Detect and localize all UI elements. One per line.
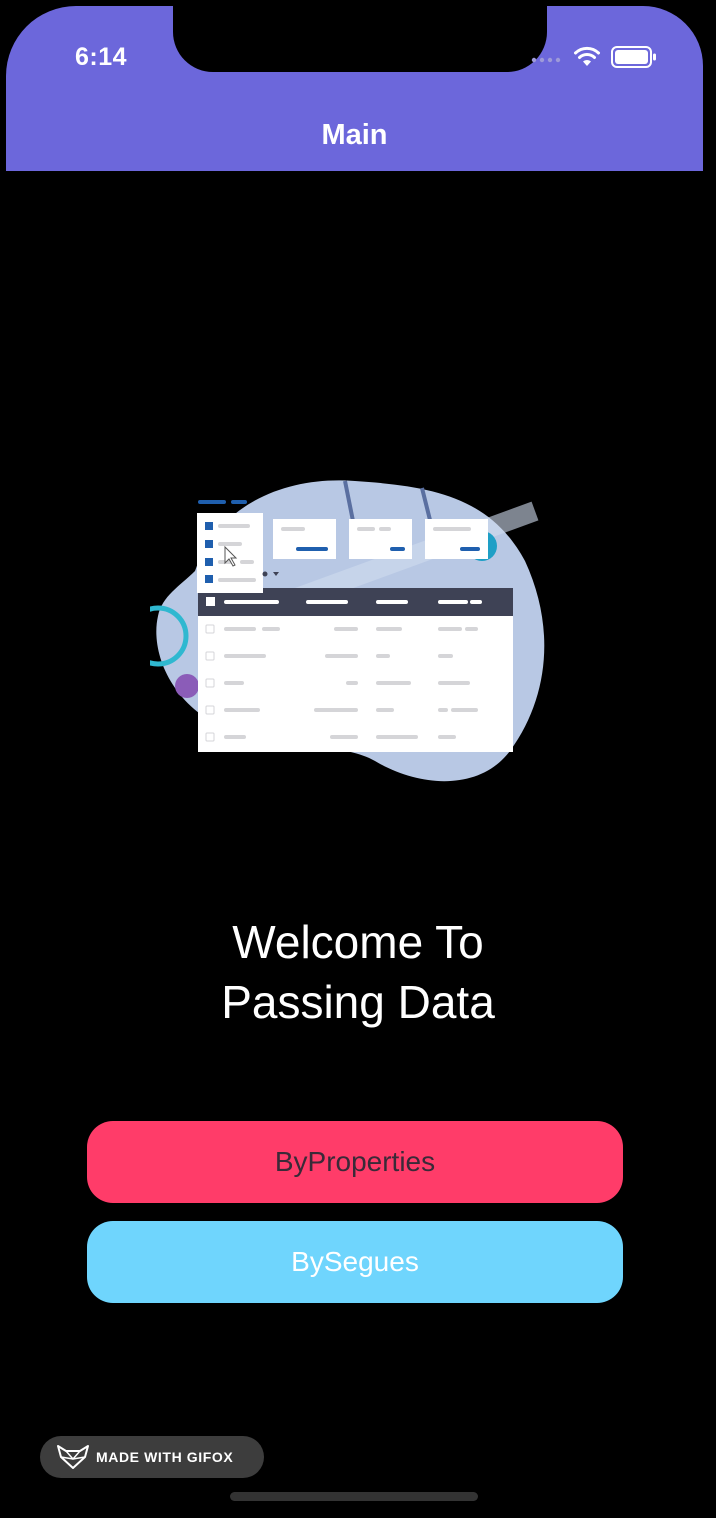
gifox-watermark: MADE WITH GIFOX bbox=[40, 1436, 264, 1478]
cellular-signal-icon bbox=[531, 51, 563, 69]
nav-title: Main bbox=[321, 119, 388, 151]
home-indicator[interactable] bbox=[230, 1492, 478, 1501]
device-notch bbox=[173, 6, 547, 72]
wifi-icon bbox=[573, 46, 601, 73]
welcome-line-2: Passing Data bbox=[221, 976, 495, 1028]
hero-illustration bbox=[127, 476, 550, 788]
by-segues-button[interactable]: BySegues bbox=[87, 1221, 623, 1303]
by-properties-button[interactable]: ByProperties bbox=[87, 1121, 623, 1203]
status-time: 6:14 bbox=[75, 43, 128, 71]
battery-icon bbox=[611, 46, 657, 73]
welcome-line-1: Welcome To bbox=[232, 916, 484, 968]
status-icons bbox=[531, 46, 657, 73]
app-screen: 6:14 Main Welcome To Passing Data ByProp… bbox=[0, 0, 716, 1518]
fox-logo-icon bbox=[56, 1444, 90, 1470]
navigation-bar: 6:14 Main bbox=[6, 6, 703, 171]
welcome-heading: Welcome To Passing Data bbox=[0, 912, 716, 1032]
gifox-label: MADE WITH GIFOX bbox=[96, 1449, 234, 1465]
